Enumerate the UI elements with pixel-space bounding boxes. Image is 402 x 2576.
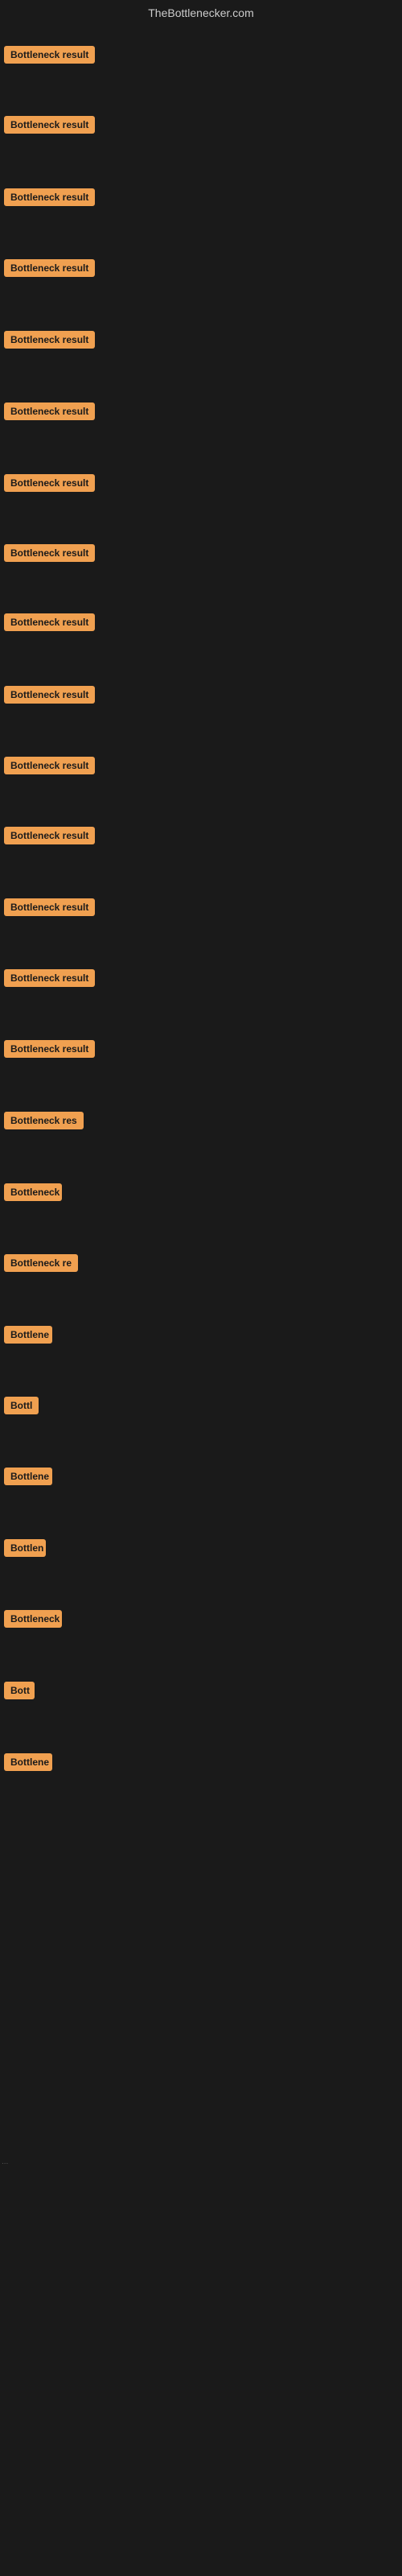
- bottleneck-result-row: Bottleneck result: [4, 259, 95, 281]
- bottleneck-result-row: Bottleneck: [4, 1183, 62, 1205]
- bottleneck-result-row: Bottlene: [4, 1468, 52, 1489]
- bottleneck-result-row: Bottleneck result: [4, 46, 95, 68]
- bottleneck-result-row: Bottleneck result: [4, 1040, 95, 1062]
- bottleneck-result-row: Bottleneck res: [4, 1112, 84, 1133]
- bottleneck-result-row: Bottleneck result: [4, 827, 95, 848]
- bottleneck-badge[interactable]: Bottleneck result: [4, 188, 95, 206]
- bottleneck-badge[interactable]: Bottlen: [4, 1539, 46, 1557]
- bottleneck-result-row: Bottleneck result: [4, 188, 95, 210]
- bottleneck-badge[interactable]: Bottleneck result: [4, 613, 95, 631]
- bottleneck-result-row: Bottleneck result: [4, 116, 95, 138]
- bottleneck-result-row: Bottleneck result: [4, 402, 95, 424]
- bottleneck-badge[interactable]: Bottleneck result: [4, 46, 95, 64]
- bottleneck-result-row: Bottleneck result: [4, 613, 95, 635]
- site-header: TheBottlenecker.com: [0, 0, 402, 29]
- bottleneck-result-row: Bottleneck re: [4, 1254, 78, 1276]
- bottleneck-badge[interactable]: Bottleneck result: [4, 116, 95, 134]
- bottleneck-result-row: Bottl: [4, 1397, 39, 1418]
- bottleneck-badge[interactable]: Bott: [4, 1682, 35, 1699]
- bottleneck-badge[interactable]: Bottleneck result: [4, 686, 95, 704]
- bottleneck-badge[interactable]: Bottleneck re: [4, 1254, 78, 1272]
- bottleneck-result-row: Bottleneck result: [4, 544, 95, 566]
- bottleneck-badge[interactable]: Bottleneck result: [4, 331, 95, 349]
- bottleneck-badge[interactable]: Bottleneck result: [4, 757, 95, 774]
- bottleneck-result-row: Bottleneck result: [4, 331, 95, 353]
- bottleneck-result-row: Bottleneck result: [4, 757, 95, 778]
- bottleneck-badge[interactable]: Bottl: [4, 1397, 39, 1414]
- bottleneck-badge[interactable]: Bottleneck: [4, 1610, 62, 1628]
- bottleneck-result-row: Bottleneck: [4, 1610, 62, 1632]
- bottleneck-badge[interactable]: Bottleneck result: [4, 898, 95, 916]
- bottleneck-badge[interactable]: Bottleneck result: [4, 1040, 95, 1058]
- bottleneck-badge[interactable]: Bottleneck result: [4, 259, 95, 277]
- bottleneck-badge[interactable]: Bottlene: [4, 1326, 52, 1344]
- bottleneck-result-row: Bottlen: [4, 1539, 46, 1561]
- bottleneck-badge[interactable]: Bottleneck result: [4, 474, 95, 492]
- bottleneck-result-row: Bottleneck result: [4, 474, 95, 496]
- bottleneck-badge[interactable]: Bottleneck result: [4, 827, 95, 844]
- bottleneck-badge[interactable]: Bottleneck result: [4, 544, 95, 562]
- bottleneck-result-row: Bottleneck result: [4, 969, 95, 991]
- bottleneck-result-row: Bottlene: [4, 1326, 52, 1348]
- bottleneck-badge[interactable]: Bottlene: [4, 1753, 52, 1771]
- bottleneck-result-row: Bottlene: [4, 1753, 52, 1775]
- bottleneck-badge[interactable]: Bottleneck result: [4, 402, 95, 420]
- bottleneck-result-row: Bottleneck result: [4, 898, 95, 920]
- bottleneck-result-row: Bottleneck result: [4, 686, 95, 708]
- bottleneck-badge[interactable]: Bottleneck: [4, 1183, 62, 1201]
- bottleneck-badge[interactable]: Bottlene: [4, 1468, 52, 1485]
- bottleneck-result-row: Bott: [4, 1682, 35, 1703]
- dots-label: ...: [2, 2157, 8, 2166]
- bottleneck-badge[interactable]: Bottleneck result: [4, 969, 95, 987]
- bottleneck-badge[interactable]: Bottleneck res: [4, 1112, 84, 1129]
